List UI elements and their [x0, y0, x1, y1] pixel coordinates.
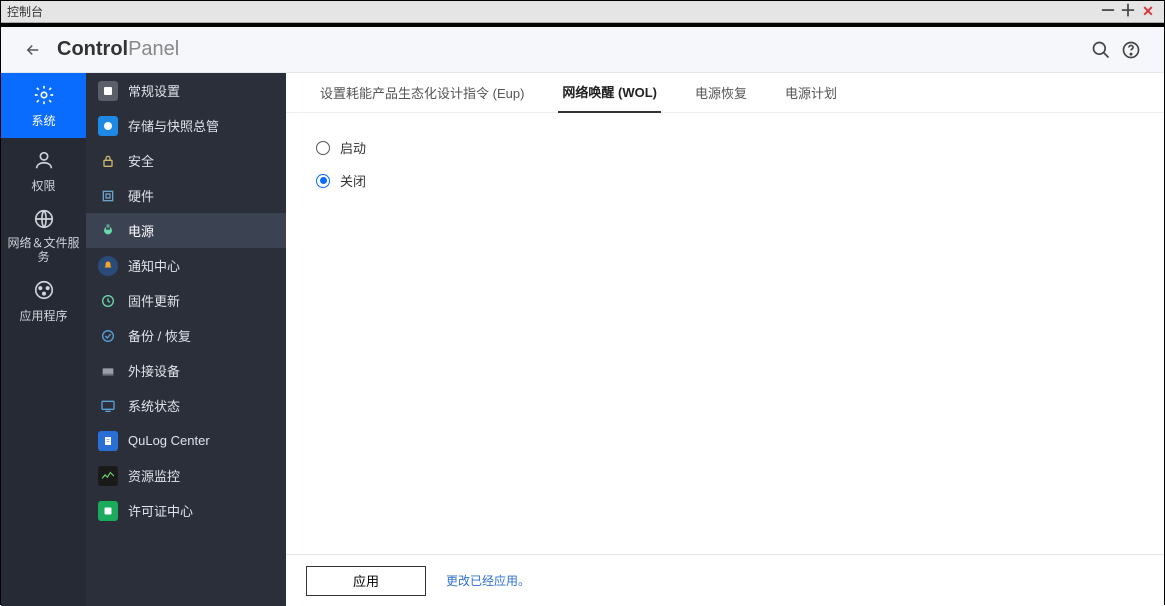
sidebar-item-storage[interactable]: 存储与快照总管: [86, 108, 286, 143]
window-minimize-button[interactable]: －: [1098, 5, 1118, 19]
rail-item-label: 应用程序: [19, 307, 67, 324]
storage-icon: [98, 116, 118, 136]
sidebar-item-external[interactable]: 外接设备: [86, 353, 286, 388]
settings-icon: [98, 81, 118, 101]
tab-eup[interactable]: 设置耗能产品生态化设计指令 (Eup): [316, 73, 528, 112]
sidebar-item-power[interactable]: 电源: [86, 213, 286, 248]
window-titlebar: 控制台 － ＋ ✕: [1, 1, 1164, 23]
drive-icon: [98, 361, 118, 381]
app-header: ControlPanel: [1, 23, 1164, 73]
sidebar-item-label: 系统状态: [128, 396, 180, 415]
window-maximize-button[interactable]: ＋: [1118, 5, 1138, 19]
window-close-button[interactable]: ✕: [1138, 3, 1158, 20]
sidebar-item-firmware[interactable]: 固件更新: [86, 283, 286, 318]
tab-content: 启动 关闭: [286, 113, 1164, 554]
sidebar-item-hardware[interactable]: 硬件: [86, 178, 286, 213]
sidebar-item-backup[interactable]: 备份 / 恢复: [86, 318, 286, 353]
gear-icon: [32, 83, 56, 107]
sidebar-item-label: 资源监控: [128, 466, 180, 485]
status-message: 更改已经应用。: [446, 572, 530, 589]
power-icon: [98, 221, 118, 241]
rail-item-privilege[interactable]: 权限: [1, 138, 86, 203]
window-title: 控制台: [7, 3, 43, 20]
user-icon: [32, 148, 56, 172]
back-button[interactable]: [19, 36, 47, 64]
help-button[interactable]: [1116, 35, 1146, 65]
category-rail: 系统 权限 网络＆文件服务 应用程序: [1, 73, 86, 606]
monitor-icon: [98, 396, 118, 416]
content-pane: 设置耗能产品生态化设计指令 (Eup) 网络唤醒 (WOL) 电源恢复 电源计划…: [286, 73, 1164, 606]
rail-item-label: 网络＆文件服务: [5, 236, 82, 265]
sidebar-item-general[interactable]: 常规设置: [86, 73, 286, 108]
log-icon: [98, 431, 118, 451]
radio-label: 关闭: [340, 171, 366, 190]
tab-bar: 设置耗能产品生态化设计指令 (Eup) 网络唤醒 (WOL) 电源恢复 电源计划: [286, 73, 1164, 113]
apps-icon: [32, 278, 56, 302]
sidebar-item-label: 硬件: [128, 186, 154, 205]
chart-icon: [98, 466, 118, 486]
sidebar: 常规设置 存储与快照总管 安全 硬件 电源 通知中心 固件更新 备份 / 恢复: [86, 73, 286, 606]
sidebar-item-label: 备份 / 恢复: [128, 326, 191, 345]
sidebar-item-label: 电源: [128, 221, 154, 240]
footer-bar: 应用 更改已经应用。: [286, 554, 1164, 606]
sidebar-item-label: 通知中心: [128, 256, 180, 275]
lock-icon: [98, 151, 118, 171]
apply-button[interactable]: 应用: [306, 566, 426, 596]
sidebar-item-label: 固件更新: [128, 291, 180, 310]
sidebar-item-resource[interactable]: 资源监控: [86, 458, 286, 493]
bell-icon: [98, 256, 118, 276]
radio-label: 启动: [340, 138, 366, 157]
rail-item-label: 权限: [31, 177, 55, 194]
rail-item-applications[interactable]: 应用程序: [1, 268, 86, 333]
sidebar-item-notification[interactable]: 通知中心: [86, 248, 286, 283]
sidebar-item-label: 安全: [128, 151, 154, 170]
app-title: ControlPanel: [57, 38, 179, 61]
sidebar-item-label: QuLog Center: [128, 433, 210, 448]
search-button[interactable]: [1086, 35, 1116, 65]
sidebar-item-status[interactable]: 系统状态: [86, 388, 286, 423]
radio-enable[interactable]: 启动: [316, 138, 1134, 157]
hardware-icon: [98, 186, 118, 206]
sidebar-item-qulog[interactable]: QuLog Center: [86, 423, 286, 458]
rail-item-system[interactable]: 系统: [1, 73, 86, 138]
license-icon: [98, 501, 118, 521]
sidebar-item-label: 存储与快照总管: [128, 116, 219, 135]
rail-item-label: 系统: [31, 112, 55, 129]
sidebar-item-label: 外接设备: [128, 361, 180, 380]
radio-icon: [316, 141, 330, 155]
backup-icon: [98, 326, 118, 346]
sidebar-item-label: 许可证中心: [128, 501, 193, 520]
radio-disable[interactable]: 关闭: [316, 171, 1134, 190]
rail-item-network[interactable]: 网络＆文件服务: [1, 203, 86, 268]
tab-wol[interactable]: 网络唤醒 (WOL): [558, 72, 661, 113]
sidebar-item-security[interactable]: 安全: [86, 143, 286, 178]
sidebar-item-label: 常规设置: [128, 81, 180, 100]
tab-power-recovery[interactable]: 电源恢复: [691, 73, 751, 112]
update-icon: [98, 291, 118, 311]
sidebar-item-license[interactable]: 许可证中心: [86, 493, 286, 528]
radio-icon: [316, 174, 330, 188]
tab-power-schedule[interactable]: 电源计划: [781, 73, 841, 112]
globe-icon: [32, 207, 56, 231]
